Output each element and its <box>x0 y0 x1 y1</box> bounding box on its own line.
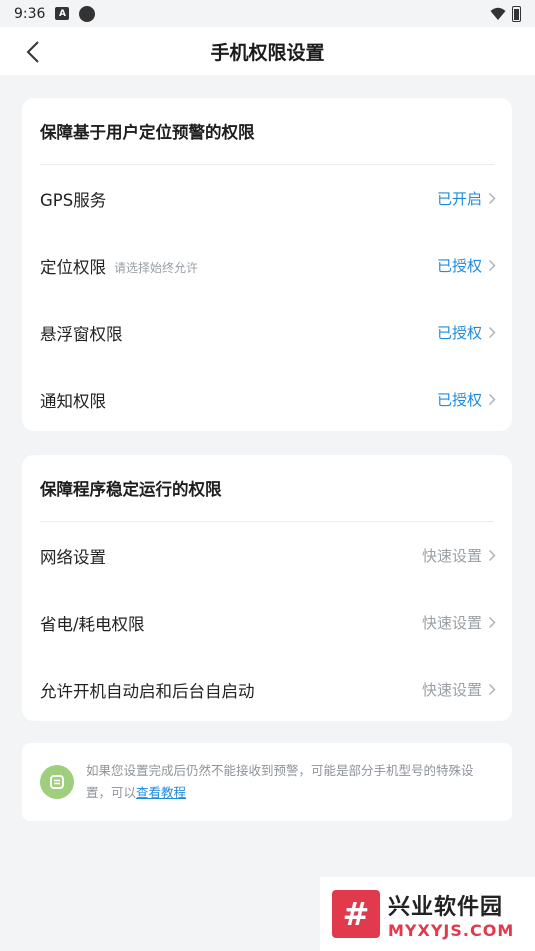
chevron-right-icon <box>488 683 498 697</box>
watermark-subtitle: MYXYJS.COM <box>388 920 515 940</box>
notification-a-icon: A <box>55 7 70 20</box>
chevron-right-icon <box>488 326 498 340</box>
help-note: 如果您设置完成后仍然不能接收到预警，可能是部分手机型号的特殊设置，可以查看教程 <box>22 743 512 821</box>
status-text: 快速设置 <box>421 614 482 632</box>
notification-dot-icon <box>79 5 96 22</box>
status-bar: 9:36 A <box>0 0 535 27</box>
row-location-permission[interactable]: 定位权限 请选择始终允许 已授权 <box>22 232 512 299</box>
row-floating-window-permission[interactable]: 悬浮窗权限 已授权 <box>22 299 512 366</box>
row-label: 定位权限 <box>40 257 106 277</box>
chevron-left-icon <box>26 41 39 63</box>
page-title: 手机权限设置 <box>210 41 325 64</box>
chevron-right-icon <box>488 192 498 206</box>
section-title: 保障基于用户定位预警的权限 <box>40 123 255 142</box>
watermark: # 兴业软件园 MYXYJS.COM <box>320 877 535 951</box>
row-label: GPS服务 <box>40 190 107 210</box>
chevron-right-icon <box>488 259 498 273</box>
row-autostart-permission[interactable]: 允许开机自动启和后台自启动 快速设置 <box>22 656 512 723</box>
row-label: 省电/耗电权限 <box>40 614 145 634</box>
row-label: 悬浮窗权限 <box>40 324 123 344</box>
wifi-icon <box>490 7 506 20</box>
status-text: 已授权 <box>436 391 482 409</box>
row-power-saving-permission[interactable]: 省电/耗电权限 快速设置 <box>22 589 512 656</box>
battery-icon <box>512 5 521 22</box>
section-title: 保障程序稳定运行的权限 <box>40 480 222 499</box>
view-tutorial-link[interactable]: 查看教程 <box>136 785 186 800</box>
chevron-right-icon <box>488 393 498 407</box>
note-badge-icon <box>40 765 74 799</box>
row-notification-permission[interactable]: 通知权限 已授权 <box>22 366 512 433</box>
watermark-logo-icon: # <box>332 890 380 938</box>
status-text: 已授权 <box>436 257 482 275</box>
row-label: 网络设置 <box>40 547 106 567</box>
row-label: 允许开机自动启和后台自启动 <box>40 681 255 701</box>
row-label: 通知权限 <box>40 391 106 411</box>
row-gps-service[interactable]: GPS服务 已开启 <box>22 165 512 232</box>
chevron-right-icon <box>488 616 498 630</box>
watermark-title: 兴业软件园 <box>388 894 504 920</box>
status-text: 快速设置 <box>421 681 482 699</box>
status-text: 已授权 <box>436 324 482 342</box>
status-time: 9:36 <box>14 5 46 22</box>
row-network-settings[interactable]: 网络设置 快速设置 <box>22 522 512 589</box>
back-button[interactable] <box>18 37 48 67</box>
chevron-right-icon <box>488 549 498 563</box>
status-text: 已开启 <box>436 190 482 208</box>
title-bar: 手机权限设置 <box>0 27 535 75</box>
status-text: 快速设置 <box>421 547 482 565</box>
location-permissions-card: 保障基于用户定位预警的权限 GPS服务 已开启 定位权限 请选择始终允许 已授权… <box>22 98 512 431</box>
row-hint: 请选择始终允许 <box>114 260 199 275</box>
note-text: 如果您设置完成后仍然不能接收到预警，可能是部分手机型号的特殊设置，可以查看教程 <box>86 760 494 804</box>
stability-permissions-card: 保障程序稳定运行的权限 网络设置 快速设置 省电/耗电权限 快速设置 允许开机自… <box>22 455 512 721</box>
